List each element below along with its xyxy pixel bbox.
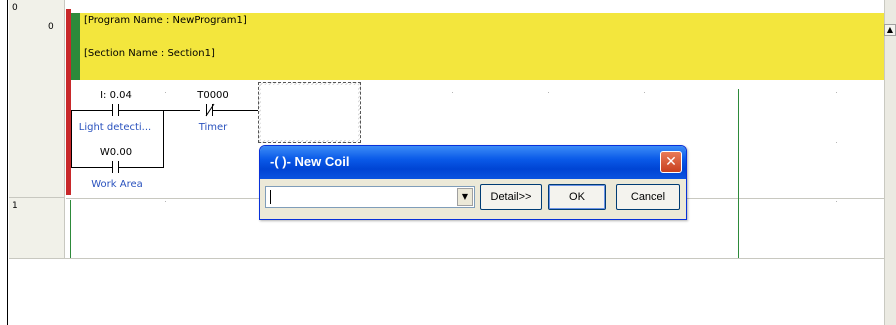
vertical-scrollbar[interactable]: [884, 0, 896, 325]
grid-dot: [836, 201, 837, 202]
section-name: [Section Name : Section1]: [84, 48, 215, 59]
coil-address-combobox[interactable]: ▼: [265, 186, 475, 208]
detail-button[interactable]: Detail>>: [480, 184, 542, 210]
close-button[interactable]: ✕: [660, 151, 682, 173]
dropdown-button[interactable]: ▼: [457, 188, 473, 206]
scroll-up-button[interactable]: ▲: [884, 24, 896, 36]
grid-dot: [548, 92, 549, 93]
row-header-0[interactable]: 0 0: [9, 0, 65, 198]
grid-dot: [644, 92, 645, 93]
row-index: 0: [12, 3, 18, 13]
text-caret: [270, 190, 271, 204]
contact-timer[interactable]: [176, 86, 250, 136]
grid-dot: [452, 92, 453, 93]
dialog-titlebar[interactable]: -( )- New Coil ✕: [260, 146, 686, 179]
new-coil-dialog: -( )- New Coil ✕ ▼ Detail>> OK Cancel: [259, 145, 687, 220]
dialog-title: -( )- New Coil: [270, 154, 350, 169]
close-icon: ✕: [665, 154, 677, 170]
row-index: 1: [12, 201, 18, 211]
arrow-up-icon: ▲: [886, 25, 894, 34]
step-number: 0: [48, 22, 54, 32]
grid-dot: [165, 92, 166, 93]
program-name: [Program Name : NewProgram1]: [84, 15, 247, 26]
row-separator: [9, 258, 884, 259]
contact-work-area[interactable]: [72, 143, 162, 193]
cancel-button[interactable]: Cancel: [616, 184, 680, 210]
chevron-down-icon: ▼: [461, 192, 469, 201]
ok-button[interactable]: OK: [548, 184, 606, 210]
grid-dot: [836, 92, 837, 93]
section-marker: [71, 13, 80, 80]
right-power-rail: [738, 89, 739, 258]
contact-light-detect[interactable]: [72, 86, 162, 136]
grid-dot: [836, 142, 837, 143]
branch-wire: [163, 110, 164, 168]
row-header-1[interactable]: 1: [9, 198, 65, 259]
left-gutter: [0, 0, 8, 325]
cell-cursor-inner: [261, 85, 358, 140]
left-power-rail-row1: [70, 200, 71, 258]
grid-dot: [165, 201, 166, 202]
